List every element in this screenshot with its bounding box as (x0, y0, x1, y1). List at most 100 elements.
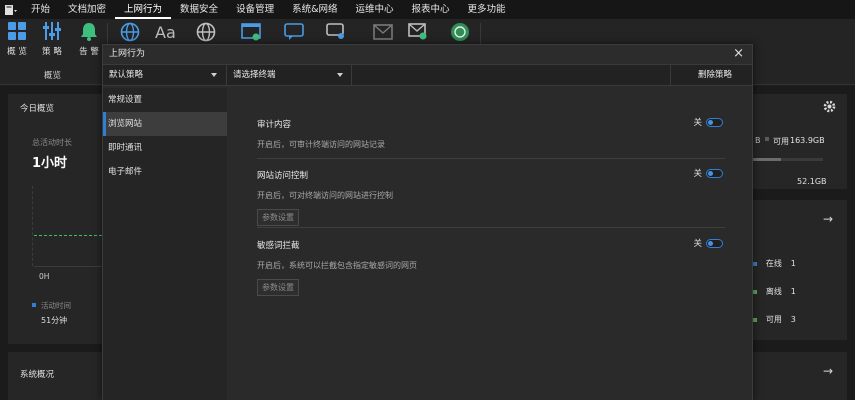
menu-web-behavior[interactable]: 上网行为 (115, 0, 172, 19)
storage-available-value: 163.9GB (790, 136, 825, 145)
audit-toggle-label: 关 (693, 118, 702, 128)
top-menu-bar: 开始 文档加密 上网行为 数据安全 设备管理 系统&网络 运维中心 报表中心 更… (0, 0, 855, 19)
status-offline-value: 1 (790, 287, 796, 296)
menu-more[interactable]: 更多功能 (459, 0, 515, 19)
chat-user-icon[interactable] (326, 22, 346, 42)
audit-toggle[interactable] (706, 117, 723, 127)
access-control-title: 网站访问控制 (257, 171, 309, 181)
storage-used-partial: B (755, 136, 761, 145)
network-globe-icon[interactable] (196, 22, 216, 42)
status-available: 可用 3 (753, 314, 796, 325)
toolbar-divider (226, 65, 227, 85)
audit-desc: 开启后，可审计终端访问的网站记录 (257, 140, 385, 149)
dialog-title: 上网行为 (109, 49, 146, 59)
chat-icon[interactable] (284, 22, 304, 42)
storage-second-value: 52.1GB (797, 177, 827, 186)
access-control-params-button[interactable]: 参数设置 (257, 209, 299, 226)
chevron-down-icon (211, 73, 217, 77)
sidebar-item-browse-web[interactable]: 浏览网站 (103, 112, 227, 136)
alert-tool-label: 告 警 (79, 47, 99, 57)
sensitive-word-desc: 开启后，系统可以拦截包含指定敏感词的网页 (257, 261, 417, 270)
status-online-dot (753, 262, 757, 266)
status-available-label: 可用 (765, 315, 782, 324)
legend-value: 51分钟 (41, 316, 68, 325)
access-control-toggle-wrap: 关 (693, 167, 723, 179)
globe-icon[interactable] (120, 22, 140, 42)
mail-shield-icon[interactable] (408, 23, 428, 41)
sensitive-word-section: 敏感词拦截 关 开启后，系统可以拦截包含指定敏感词的网页 参数设置 (257, 238, 725, 296)
dialog-titlebar: 上网行为 × (103, 45, 752, 64)
sidebar-item-im[interactable]: 即时通讯 (103, 136, 227, 160)
mail-icon[interactable] (373, 24, 393, 40)
audit-toggle-wrap: 关 (693, 116, 723, 128)
arrow-right-icon[interactable]: → (823, 212, 833, 226)
overview-tool[interactable]: 概 览 (3, 21, 31, 57)
menu-ops-center[interactable]: 运维中心 (347, 0, 403, 19)
system-arrow-icon[interactable]: → (823, 364, 833, 378)
axis-zero-label: 0H (39, 272, 50, 281)
active-time-value: 1小时 (32, 156, 68, 171)
toolbar-divider (351, 65, 352, 85)
terminal-select-value: 请选择终端 (233, 70, 276, 80)
delete-policy-button[interactable]: 删除策略 (698, 65, 732, 85)
overview-tool-label: 概 览 (7, 47, 27, 57)
access-control-toggle[interactable] (706, 168, 723, 178)
legend-swatch (32, 303, 36, 307)
policy-tool-label: 策 略 (42, 47, 62, 57)
grid-icon (8, 22, 26, 40)
status-available-value: 3 (790, 315, 796, 324)
section-divider (257, 227, 725, 228)
menu-start[interactable]: 开始 (22, 0, 59, 19)
status-offline-label: 离线 (765, 287, 782, 296)
audit-title: 审计内容 (257, 120, 292, 130)
app-menu-icon[interactable] (0, 0, 22, 19)
toggle-knob (708, 240, 713, 246)
menu-system-network[interactable]: 系统&网络 (283, 0, 346, 19)
chevron-down-icon (337, 73, 343, 77)
font-tool-icon[interactable]: Aa (155, 23, 176, 42)
policy-tool[interactable]: 策 略 (38, 21, 66, 57)
storage-swatch (765, 137, 769, 141)
system-overview-title: 系统概况 (20, 370, 55, 380)
status-online-label: 在线 (765, 259, 782, 268)
ribbon-group-label: 概览 (44, 71, 62, 81)
dialog-toolbar: 默认策略 请选择终端 删除策略 (103, 64, 752, 86)
status-offline: 离线 1 (753, 286, 796, 297)
sidebar-item-general[interactable]: 常规设置 (103, 88, 227, 112)
access-control-desc: 开启后，可对终端访问的网站进行控制 (257, 191, 393, 200)
menu-data-security[interactable]: 数据安全 (171, 0, 227, 19)
web-security-icon[interactable] (450, 22, 470, 42)
chart-area (32, 186, 102, 266)
section-divider (257, 158, 725, 159)
dialog-content: 审计内容 关 开启后，可审计终端访问的网站记录 网站访问控制 关 开启后，可对终… (227, 88, 752, 400)
alert-tool[interactable]: 告 警 (75, 21, 103, 57)
menu-device-manage[interactable]: 设备管理 (227, 0, 283, 19)
web-behavior-dialog: 上网行为 × 默认策略 请选择终端 删除策略 常规设置 浏览网站 即时通讯 电子… (102, 44, 753, 400)
terminal-select[interactable]: 请选择终端 (233, 65, 343, 85)
status-online-value: 1 (790, 259, 796, 268)
access-control-toggle-label: 关 (693, 169, 702, 179)
chart-baseline (34, 266, 102, 267)
today-overview-title: 今日概览 (20, 104, 55, 114)
menu-report-center[interactable]: 报表中心 (403, 0, 459, 19)
audit-section: 审计内容 关 开启后，可审计终端访问的网站记录 (257, 116, 725, 150)
sidebar-item-email[interactable]: 电子邮件 (103, 160, 227, 184)
legend-label: 活动时间 (41, 301, 71, 310)
access-control-section: 网站访问控制 关 开启后，可对终端访问的网站进行控制 参数设置 (257, 167, 725, 226)
active-time-label: 总活动时长 (32, 138, 72, 147)
gear-icon[interactable] (823, 100, 836, 113)
sensitive-word-params-button[interactable]: 参数设置 (257, 279, 299, 296)
sensitive-word-toggle[interactable] (706, 238, 723, 248)
status-offline-dot (753, 290, 757, 294)
policy-select[interactable]: 默认策略 (109, 65, 217, 85)
policy-select-value: 默认策略 (109, 70, 144, 80)
toggle-knob (708, 170, 713, 176)
close-icon[interactable]: × (733, 45, 744, 63)
sensitive-word-title: 敏感词拦截 (257, 241, 300, 251)
menu-doc-encrypt[interactable]: 文档加密 (59, 0, 115, 19)
browser-settings-icon[interactable] (241, 22, 261, 42)
today-overview-card: 今日概览 总活动时长 1小时 0H 活动时间 51分钟 (8, 94, 102, 344)
bell-icon (81, 23, 97, 41)
status-available-dot (753, 318, 757, 322)
storage-bar-fill (753, 158, 781, 161)
